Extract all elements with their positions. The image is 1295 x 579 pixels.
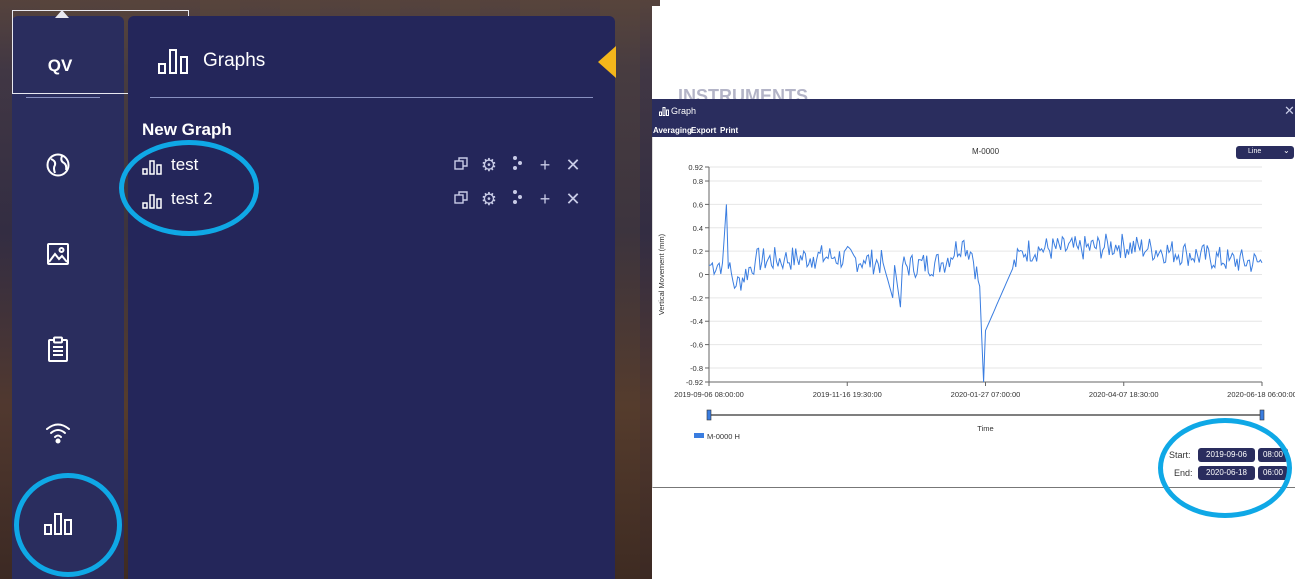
sidebar-divider	[26, 97, 100, 98]
x-tick-label: 2020-06-18 06:00:00	[1227, 390, 1295, 399]
series-line	[708, 204, 1263, 383]
wifi-icon[interactable]	[40, 414, 76, 450]
y-tick-label: -0.4	[690, 317, 703, 326]
clipboard-icon[interactable]	[40, 331, 76, 367]
y-tick-label: 0.4	[693, 224, 703, 233]
gear-icon[interactable]: ⚙	[480, 155, 498, 176]
y-tick-label: 0.2	[693, 247, 703, 256]
x-axis-label: Time	[977, 424, 993, 433]
y-tick-label: 0.8	[693, 177, 703, 186]
copy-icon[interactable]	[452, 155, 470, 176]
gear-icon[interactable]: ⚙	[480, 189, 498, 210]
new-graph-button[interactable]: New Graph	[142, 120, 232, 140]
x-tick-label: 2019-09-06 08:00:00	[674, 390, 744, 399]
notch-icon	[55, 10, 69, 18]
image-icon[interactable]	[40, 236, 76, 272]
menu-export[interactable]: Export	[691, 126, 716, 135]
close-icon[interactable]: ✕	[564, 189, 582, 210]
close-icon[interactable]: ✕	[1284, 103, 1295, 119]
x-tick-label: 2020-04-07 18:30:00	[1089, 390, 1159, 399]
close-icon[interactable]: ✕	[564, 155, 582, 176]
share-icon[interactable]	[508, 189, 526, 210]
panel-divider	[150, 97, 593, 98]
chart-title: M-0000	[972, 147, 1000, 156]
range-handle-start	[706, 409, 712, 421]
highlight-circle-list	[119, 140, 259, 236]
window-titlebar[interactable]: Graph ✕	[652, 99, 1295, 124]
menu-averaging[interactable]: Averaging	[653, 126, 692, 135]
copy-icon[interactable]	[452, 189, 470, 210]
legend-label: M-0000 H	[707, 432, 740, 441]
window-menubar: Averaging Export Print	[652, 124, 1295, 137]
qv-logo: QV	[47, 56, 73, 75]
share-icon[interactable]	[508, 155, 526, 176]
y-tick-label: 0	[699, 271, 703, 280]
y-axis-label: Vertical Movement (mm)	[657, 233, 666, 315]
collapse-tab[interactable]	[598, 46, 616, 78]
bar-chart-icon	[158, 49, 188, 74]
panel-title: Graphs	[203, 50, 266, 71]
x-tick-label: 2019-11-16 19:30:00	[813, 390, 882, 399]
menu-print[interactable]: Print	[720, 126, 738, 135]
legend-swatch	[694, 433, 704, 438]
y-tick-label: -0.2	[690, 294, 703, 303]
window-title: Graph	[671, 106, 697, 116]
y-tick-label: -0.6	[690, 341, 703, 350]
bar-chart-icon	[659, 107, 669, 116]
y-tick-label: -0.8	[690, 364, 703, 373]
range-handle-end	[1259, 409, 1265, 421]
y-tick-label: 0.92	[688, 163, 703, 172]
highlight-circle-nav	[14, 473, 122, 577]
add-icon[interactable]: +	[536, 155, 554, 176]
highlight-circle-dates	[1158, 418, 1292, 518]
y-tick-label: -0.92	[686, 378, 703, 387]
globe-icon[interactable]	[40, 147, 76, 183]
y-tick-label: 0.6	[693, 200, 703, 209]
graphs-panel	[128, 16, 615, 579]
x-tick-label: 2020-01-27 07:00:00	[951, 390, 1021, 399]
add-icon[interactable]: +	[536, 189, 554, 210]
